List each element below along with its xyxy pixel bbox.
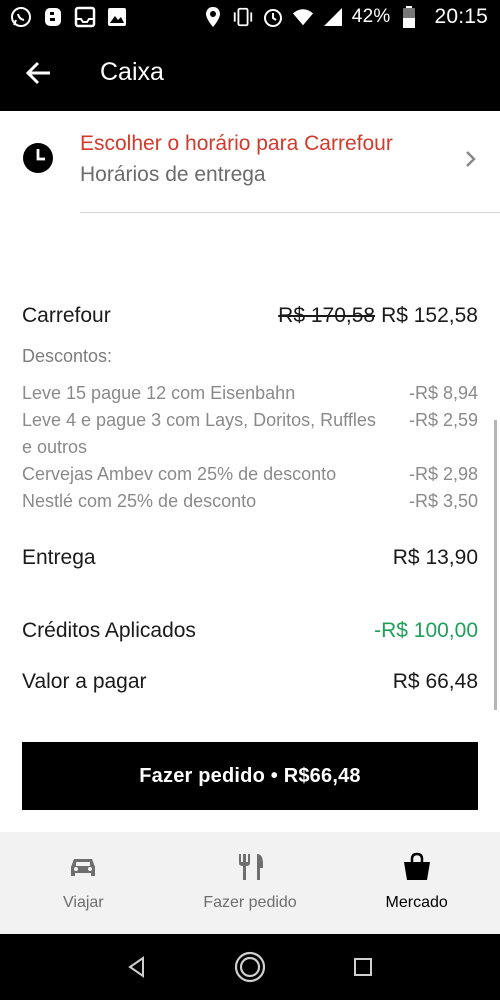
credits-label: Créditos Aplicados <box>22 619 196 642</box>
clock-time: 20:15 <box>434 5 488 28</box>
discounts-heading: Descontos: <box>22 346 113 366</box>
inbox-icon <box>74 6 96 28</box>
store-subtotal-row: Carrefour R$ 170,58 R$ 152,58 <box>22 304 478 328</box>
schedule-subtitle: Horários de entrega <box>80 163 266 186</box>
discount-item: Nestlé com 25% de desconto -R$ 3,50 <box>22 488 478 515</box>
location-icon <box>202 6 224 28</box>
credits-amount: -R$ 100,00 <box>374 619 478 642</box>
tab-label: Fazer pedido <box>203 894 297 911</box>
tab-label: Mercado <box>385 894 448 911</box>
nav-recents-button[interactable] <box>345 949 381 985</box>
vibrate-icon <box>232 6 254 28</box>
wifi-icon <box>292 6 314 28</box>
delivery-schedule-row[interactable]: Escolher o horário para Carrefour Horári… <box>0 120 500 215</box>
schedule-title: Escolher o horário para Carrefour <box>80 132 393 155</box>
bottom-tab-bar: Viajar Fazer pedido Mercado <box>0 832 500 934</box>
discount-list: Leve 15 pague 12 com Eisenbahn -R$ 8,94 … <box>22 380 478 515</box>
tab-fazer-pedido[interactable]: Fazer pedido <box>167 832 334 934</box>
discount-item: Cervejas Ambev com 25% de desconto -R$ 2… <box>22 461 478 488</box>
discount-label: Cervejas Ambev com 25% de desconto <box>22 464 337 484</box>
discount-amount: -R$ 2,59 <box>408 410 478 430</box>
back-button[interactable] <box>0 34 76 111</box>
discount-amount: -R$ 3,50 <box>408 491 478 511</box>
discount-item: Leve 4 e pague 3 com Lays, Doritos, Ruff… <box>22 407 478 461</box>
triangle-back-icon <box>127 956 144 978</box>
battery-icon <box>398 6 420 28</box>
discount-label: Leve 4 e pague 3 com Lays, Doritos, Ruff… <box>22 410 376 457</box>
delivery-amount: R$ 13,90 <box>392 546 478 569</box>
tab-label: Viajar <box>63 894 104 911</box>
discount-amount: -R$ 2,98 <box>408 464 478 484</box>
nav-home-button[interactable] <box>232 949 268 985</box>
square-recents-icon <box>354 958 373 976</box>
place-order-button[interactable]: Fazer pedido • R$66,48 <box>22 742 478 810</box>
fork-knife-icon <box>234 852 266 882</box>
discount-label: Nestlé com 25% de desconto <box>22 491 257 511</box>
credits-row: Créditos Aplicados -R$ 100,00 <box>22 619 478 643</box>
discount-label: Leve 15 pague 12 com Eisenbahn <box>22 383 296 403</box>
total-label: Valor a pagar <box>22 670 147 693</box>
nav-back-button[interactable] <box>119 949 155 985</box>
discount-item: Leve 15 pague 12 com Eisenbahn -R$ 8,94 <box>22 380 478 407</box>
signal-icon <box>322 6 344 28</box>
discounted-price: R$ 152,58 <box>381 304 478 327</box>
arrow-back-icon <box>25 61 50 84</box>
car-icon <box>67 852 99 882</box>
checkout-screen: 42% 20:15 Caixa Escolher o horário para … <box>0 0 500 1000</box>
chevron-right-icon <box>462 148 480 170</box>
whatsapp-icon <box>10 6 32 28</box>
tab-mercado[interactable]: Mercado <box>333 832 500 934</box>
circle-home-icon <box>234 951 266 983</box>
divider <box>80 212 500 213</box>
clock-icon <box>22 142 54 174</box>
original-price: R$ 170,58 <box>278 304 376 327</box>
total-amount: R$ 66,48 <box>392 670 478 693</box>
b-app-icon <box>42 6 64 28</box>
app-bar: Caixa <box>0 34 500 111</box>
discount-amount: -R$ 8,94 <box>408 383 478 403</box>
page-title: Caixa <box>100 58 164 86</box>
delivery-fee-row: Entrega R$ 13,90 <box>22 546 478 570</box>
store-name: Carrefour <box>22 304 111 327</box>
image-icon <box>106 6 128 28</box>
alarm-icon <box>262 6 284 28</box>
total-row: Valor a pagar R$ 66,48 <box>22 670 478 694</box>
delivery-label: Entrega <box>22 546 96 569</box>
battery-percent: 42% <box>351 6 391 27</box>
status-bar: 42% 20:15 <box>0 0 500 34</box>
shopping-bag-icon <box>401 852 433 882</box>
system-navigation-bar <box>0 934 500 1000</box>
tab-viajar[interactable]: Viajar <box>0 832 167 934</box>
scrollbar[interactable] <box>494 420 497 710</box>
